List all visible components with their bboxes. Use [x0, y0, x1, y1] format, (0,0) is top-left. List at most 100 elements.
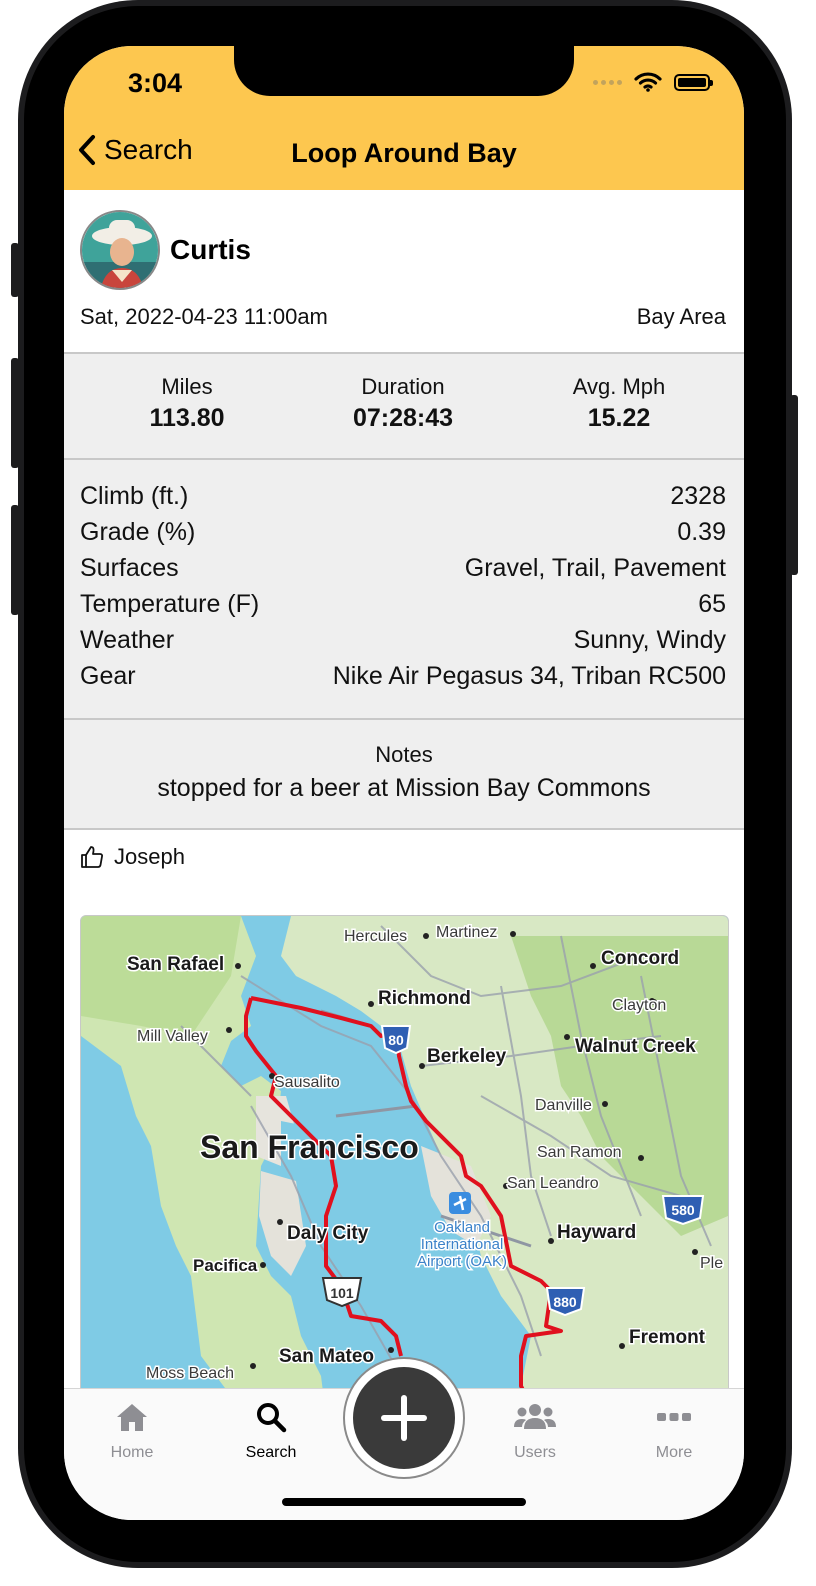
- shield-80-label: 80: [388, 1032, 404, 1048]
- chevron-left-icon: [79, 135, 95, 165]
- stat-label: Miles: [161, 374, 213, 399]
- add-activity-ring: [343, 1357, 465, 1479]
- stats-panel: Miles 113.80 Duration 07:28:43 Avg. Mph …: [64, 352, 744, 460]
- app-screen: 3:04 Search Loop Around Bay Curtis Sat, …: [64, 46, 744, 1520]
- likes-names: Joseph: [114, 844, 185, 869]
- highway-80-shield: 80: [380, 1025, 412, 1055]
- detail-label: Weather: [80, 626, 175, 654]
- notch: [234, 46, 574, 96]
- detail-row-weather: Weather Sunny, Windy: [80, 626, 726, 662]
- avatar[interactable]: [80, 210, 160, 290]
- detail-value: Gravel, Trail, Pavement: [464, 554, 726, 582]
- detail-label: Temperature (F): [80, 590, 260, 618]
- detail-label: Gear: [80, 662, 136, 690]
- power-button: [790, 395, 798, 575]
- back-button[interactable]: Search: [78, 134, 193, 166]
- map-label-danville: Danville: [535, 1097, 592, 1114]
- map-label-san-francisco: San Francisco: [200, 1129, 419, 1165]
- avatar-image: [82, 212, 158, 288]
- signal-dots-icon: [593, 79, 622, 85]
- thumbs-up-icon[interactable]: [80, 845, 104, 869]
- map-label-san-leandro: San Leandro: [507, 1175, 599, 1192]
- plus-icon: [381, 1395, 427, 1441]
- stat-avg-mph: Avg. Mph 15.22: [509, 374, 729, 433]
- tab-users-label: Users: [514, 1444, 556, 1461]
- navigation-header: 3:04 Search Loop Around Bay: [64, 46, 744, 191]
- map-label-sausalito: Sausalito: [274, 1074, 340, 1091]
- map-label-pacifica: Pacifica: [193, 1256, 258, 1275]
- activity-header: Curtis Sat, 2022-04-23 11:00am Bay Area: [64, 190, 744, 352]
- shield-580-label: 580: [671, 1202, 695, 1218]
- shield-101-label: 101: [330, 1285, 354, 1301]
- map-label-concord: Concord: [601, 948, 679, 969]
- detail-row-gear: Gear Nike Air Pegasus 34, Triban RC500: [80, 662, 726, 698]
- tab-search-label: Search: [245, 1444, 297, 1461]
- volume-down-button: [11, 505, 19, 615]
- airport-icon: [449, 1192, 471, 1214]
- map-label-berkeley: Berkeley: [427, 1046, 507, 1067]
- stat-label: Avg. Mph: [572, 374, 666, 399]
- home-indicator[interactable]: [282, 1498, 526, 1506]
- stat-label: Duration: [361, 374, 445, 399]
- volume-up-button: [11, 358, 19, 468]
- users-icon: [514, 1404, 556, 1429]
- detail-value: 65: [698, 590, 726, 618]
- battery-icon: [674, 73, 713, 91]
- detail-value: Sunny, Windy: [573, 626, 726, 654]
- stat-value: 113.80: [149, 404, 225, 432]
- map-label-oakland-airport: International: [421, 1236, 504, 1253]
- tab-search[interactable]: Search: [211, 1401, 331, 1462]
- shield-880-label: 880: [553, 1294, 577, 1310]
- tab-more[interactable]: More: [614, 1401, 734, 1462]
- notes-label: Notes: [375, 742, 433, 767]
- more-icon: [657, 1413, 691, 1421]
- highway-880-shield: 880: [545, 1287, 586, 1317]
- map-label-san-ramon: San Ramon: [537, 1144, 622, 1161]
- detail-row-climb: Climb (ft.) 2328: [80, 482, 726, 518]
- stat-value: 15.22: [587, 404, 651, 432]
- detail-label: Climb (ft.): [80, 482, 189, 510]
- detail-row-grade: Grade (%) 0.39: [80, 518, 726, 554]
- map-label-fremont: Fremont: [629, 1327, 706, 1348]
- add-activity-button[interactable]: [353, 1367, 455, 1469]
- mute-switch: [11, 243, 19, 297]
- detail-value: 2328: [670, 482, 726, 510]
- map-label-moss-beach: Moss Beach: [146, 1365, 234, 1382]
- map-label-san-mateo: San Mateo: [279, 1346, 374, 1367]
- map-label-daly-city: Daly City: [287, 1223, 369, 1244]
- tab-more-label: More: [655, 1444, 693, 1461]
- home-icon: [117, 1404, 147, 1431]
- map-label-oakland-airport: Airport (OAK): [417, 1253, 507, 1270]
- map-label-oakland-airport: Oakland: [434, 1219, 490, 1236]
- notes-text: stopped for a beer at Mission Bay Common…: [157, 774, 651, 802]
- detail-row-temperature: Temperature (F) 65: [80, 590, 726, 626]
- likes-row[interactable]: Joseph: [80, 844, 185, 870]
- tab-home-label: Home: [110, 1444, 154, 1461]
- status-icons: [593, 72, 713, 92]
- activity-area: Bay Area: [636, 304, 726, 329]
- map-label-mill-valley: Mill Valley: [137, 1028, 208, 1045]
- user-name[interactable]: Curtis: [170, 234, 251, 266]
- map-label-martinez: Martinez: [436, 924, 497, 941]
- stat-miles: Miles 113.80: [77, 374, 297, 433]
- detail-label: Grade (%): [80, 518, 196, 546]
- notes-panel: Notes stopped for a beer at Mission Bay …: [64, 720, 744, 830]
- search-icon: [257, 1403, 287, 1433]
- map-label-clayton: Clayton: [612, 997, 666, 1014]
- map-label-hayward: Hayward: [557, 1222, 636, 1243]
- detail-label: Surfaces: [80, 554, 179, 582]
- tab-users[interactable]: Users: [475, 1401, 595, 1462]
- map-label-richmond: Richmond: [378, 988, 471, 1009]
- stat-value: 07:28:43: [352, 404, 454, 432]
- map-label-hercules: Hercules: [344, 928, 407, 945]
- activity-date: Sat, 2022-04-23 11:00am: [80, 304, 328, 329]
- tab-home[interactable]: Home: [72, 1401, 192, 1462]
- map-label-walnut-creek: Walnut Creek: [575, 1036, 696, 1057]
- back-label: Search: [104, 134, 193, 165]
- status-time: 3:04: [128, 68, 183, 98]
- wifi-icon: [634, 72, 662, 92]
- detail-value: Nike Air Pegasus 34, Triban RC500: [332, 662, 726, 690]
- detail-value: 0.39: [677, 518, 726, 546]
- detail-row-surfaces: Surfaces Gravel, Trail, Pavement: [80, 554, 726, 590]
- details-panel: Climb (ft.) 2328 Grade (%) 0.39 Surfaces…: [64, 460, 744, 720]
